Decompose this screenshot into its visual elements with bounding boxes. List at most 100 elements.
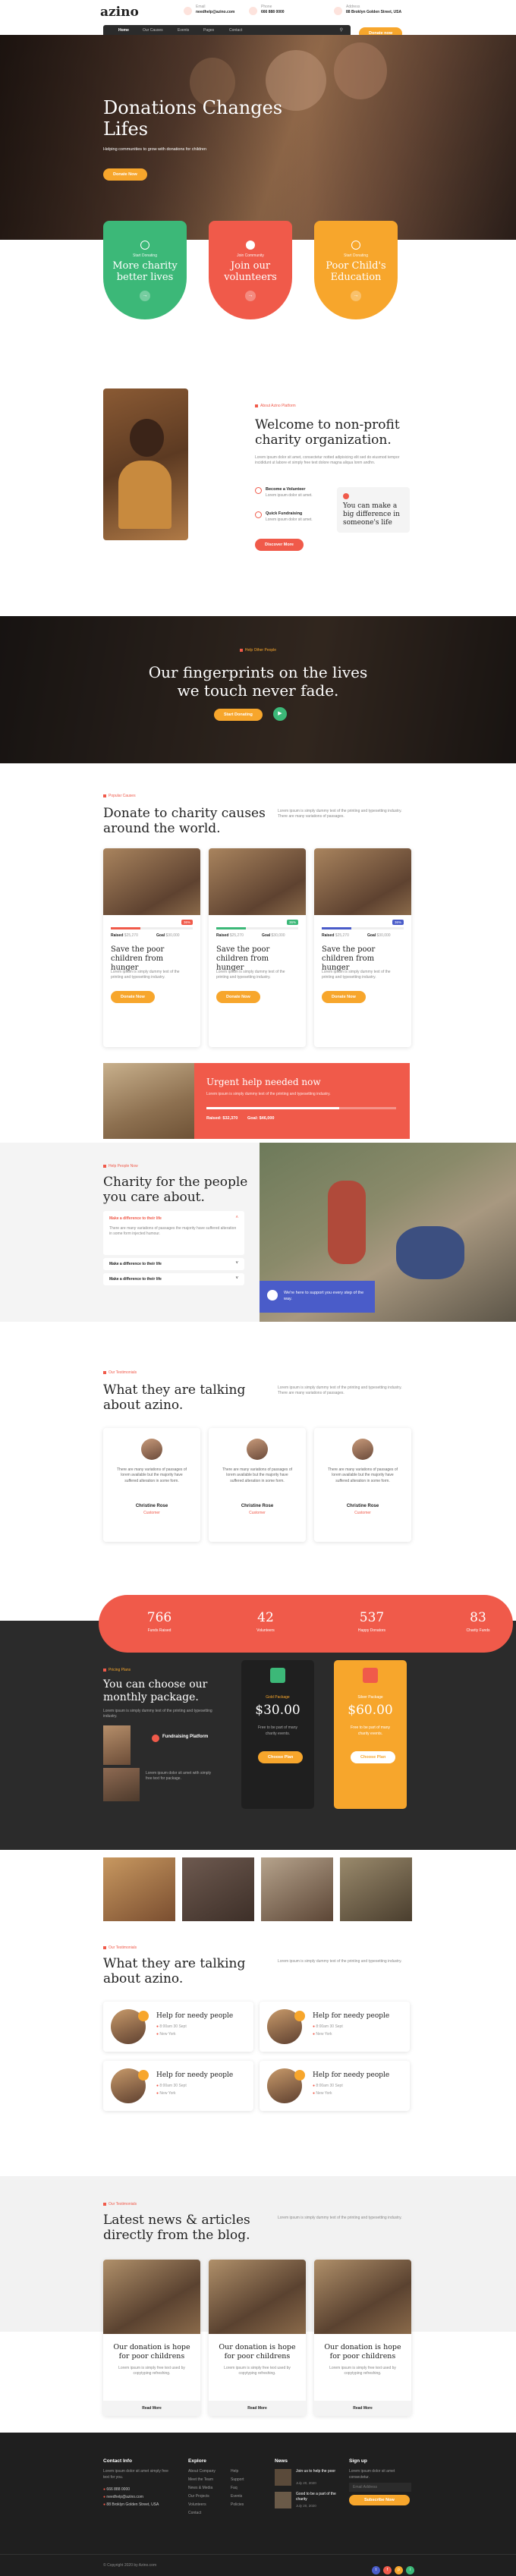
discover-more-button[interactable]: Discover More [255, 539, 304, 551]
footer-link[interactable]: Policies [231, 2502, 244, 2507]
nav-causes[interactable]: Our Causes [143, 28, 163, 33]
choose-plan-button[interactable]: Choose Plan [351, 1751, 396, 1763]
play-icon[interactable]: ▶ [273, 707, 287, 721]
location-icon: ● [103, 2502, 106, 2507]
start-donating-button[interactable]: Start Donating [214, 709, 263, 721]
nav-home[interactable]: Home [118, 28, 129, 33]
cause-donate-button[interactable]: Donate Now [322, 991, 366, 1003]
gallery-photo-2[interactable] [182, 1857, 254, 1921]
footer-news-link[interactable]: Join us to help the poor [296, 2469, 341, 2474]
nav-events[interactable]: Events [178, 28, 189, 33]
news-title[interactable]: Our donation is hope for poor childrens [111, 2343, 193, 2361]
stats-bar: 766 Funds Raised 42 Volunteers 537 Happy Dona… [99, 1595, 513, 1653]
arrow-right-icon[interactable]: → [140, 291, 150, 301]
chevron-up-icon: ˄ [235, 1216, 238, 1220]
footer-link[interactable]: Faq [231, 2486, 244, 2490]
email-icon: ● [103, 2495, 106, 2499]
arrow-right-icon[interactable]: → [351, 291, 361, 301]
event-card[interactable]: Help for needy people ● 8:00am 30 Sept ● N… [260, 2061, 410, 2111]
volunteer-icon [255, 487, 262, 494]
footer-link[interactable]: Help [231, 2469, 244, 2474]
footer-link[interactable]: Support [231, 2477, 244, 2482]
hero-card-volunteers[interactable]: Join Community Join our volunteers → [209, 221, 292, 319]
news-photo [314, 2260, 411, 2334]
footer-email[interactable]: ● needhelp@azino.com [103, 2495, 143, 2499]
urgent-progress-fill [206, 1107, 339, 1109]
footer-link[interactable]: Contact [188, 2511, 216, 2515]
cause-title[interactable]: Save the poor children from hunger [111, 945, 193, 973]
gallery-photo-3[interactable] [261, 1857, 333, 1921]
avatar [352, 1439, 373, 1460]
search-icon[interactable]: ⚲ [340, 27, 343, 33]
stat-value: 42 [257, 1610, 274, 1625]
event-title: Help for needy people [156, 2071, 234, 2079]
event-title: Help for needy people [313, 2071, 390, 2079]
email-link[interactable]: needhelp@azino.com [196, 10, 234, 14]
cause-donate-button[interactable]: Donate Now [111, 991, 155, 1003]
subscribe-button[interactable]: Subscribe Now [349, 2495, 410, 2505]
urgent-banner: Urgent help needed now Lorem ipsum is si… [103, 1063, 410, 1139]
event-title: Help for needy people [156, 2012, 234, 2020]
event-title: Help for needy people [313, 2012, 390, 2020]
page: azino Email needhelp@azino.com Phone 666… [0, 0, 516, 2576]
cause-photo [103, 848, 200, 915]
location-icon: ● [313, 2032, 316, 2037]
facebook-icon[interactable]: f [383, 2566, 392, 2574]
gallery-photo-4[interactable] [340, 1857, 412, 1921]
pricing-photo-1 [103, 1725, 131, 1765]
read-more-link[interactable]: Read More [103, 2401, 200, 2416]
news-title[interactable]: Our donation is hope for poor childrens [216, 2343, 298, 2361]
hero-card-education[interactable]: Start Donating Poor Child's Education → [314, 221, 398, 319]
cause-photo [314, 848, 411, 915]
phone-link[interactable]: 666 888 0000 [261, 10, 285, 14]
percent-badge: 36% [392, 920, 404, 925]
donate-now-button[interactable]: Donate now [359, 27, 403, 35]
footer-link[interactable]: Events [231, 2494, 244, 2499]
instagram-icon[interactable]: i [406, 2566, 414, 2574]
plan-card-gold: Gold Package $30.00 Free to be part of m… [241, 1660, 314, 1809]
footer-news-link[interactable]: Good to be a part of the charity [296, 2492, 341, 2502]
support-badge: We're here to support you every step of … [260, 1281, 375, 1313]
footer-link[interactable]: News & Media [188, 2486, 216, 2490]
footer-phone[interactable]: ● 666 888 0000 [103, 2487, 130, 2492]
news-title[interactable]: Our donation is hope for poor childrens [322, 2343, 404, 2361]
heart-icon [246, 241, 255, 250]
event-card[interactable]: Help for needy people ● 8:00am 30 Sept ● N… [260, 2002, 410, 2052]
accordion-item[interactable]: Make a difference to their life ˅ [103, 1273, 244, 1285]
footer-link[interactable]: Our Projects [188, 2494, 216, 2499]
footer-link[interactable]: Meet the Team [188, 2477, 216, 2482]
footer-link[interactable]: About Company [188, 2469, 216, 2474]
urgent-progress-track [206, 1107, 396, 1109]
stat-label: Funds Raised [147, 1628, 171, 1633]
read-more-link[interactable]: Read More [209, 2401, 306, 2416]
nav-contact[interactable]: Contact [229, 28, 242, 33]
twitter-icon[interactable]: t [372, 2566, 380, 2574]
accordion-item[interactable]: Make a difference to their life ˅ [103, 1258, 244, 1270]
event-card[interactable]: Help for needy people ● 8:00am 30 Sept ● N… [103, 2002, 253, 2052]
cause-title[interactable]: Save the poor children from hunger [216, 945, 298, 973]
highlight-box: You can make a big difference in someone… [337, 487, 410, 533]
gallery-photo-1[interactable] [103, 1857, 175, 1921]
cause-title[interactable]: Save the poor children from hunger [322, 945, 404, 973]
newsletter-email-input[interactable] [349, 2483, 411, 2492]
pinterest-icon[interactable]: p [395, 2566, 403, 2574]
accordion-item-open[interactable]: Make a difference to their life ˄ There … [103, 1211, 244, 1255]
copyright: © Copyright 2020 by Azino.com [103, 2563, 157, 2568]
hero-card-charity[interactable]: Start Donating More charity better lives… [103, 221, 187, 319]
arrow-right-icon[interactable]: → [245, 291, 256, 301]
heart-icon [267, 1290, 278, 1301]
cause-card: 36% Raised $25,270 Goal $30,000 Save the po… [103, 848, 200, 1047]
news-photo [209, 2260, 306, 2334]
welcome-title: Welcome to non-profit charity organizati… [255, 417, 400, 448]
testimonial-card: There are many variations of passages of… [103, 1428, 200, 1542]
read-more-link[interactable]: Read More [314, 2401, 411, 2416]
nav-pages[interactable]: Pages [203, 28, 214, 33]
choose-plan-button[interactable]: Choose Plan [258, 1751, 304, 1763]
cause-donate-button[interactable]: Donate Now [216, 991, 260, 1003]
urgent-title: Urgent help needed now [206, 1077, 321, 1087]
event-card[interactable]: Help for needy people ● 8:00am 30 Sept ● N… [103, 2061, 253, 2111]
hero-donate-button[interactable]: Donate Now [103, 168, 147, 181]
footer-link[interactable]: Volunteers [188, 2502, 216, 2507]
logo[interactable]: azino [100, 5, 139, 20]
progress-track [111, 927, 193, 929]
